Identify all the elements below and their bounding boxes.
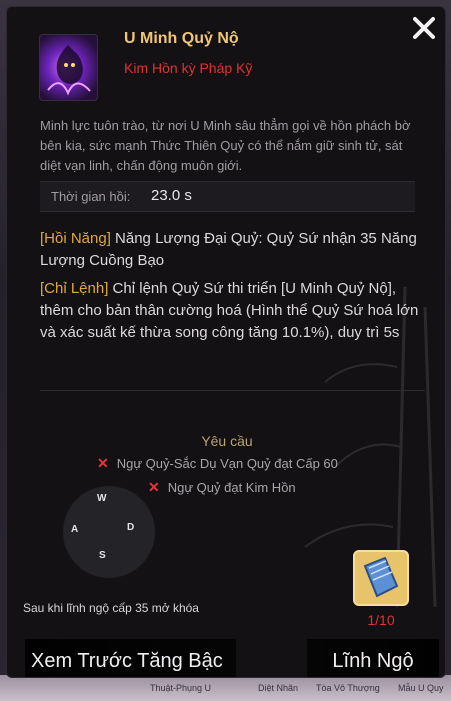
x-mark-icon: ✕ xyxy=(148,479,160,495)
background-label: Mẫu U Quy xyxy=(398,683,444,693)
requirement-item: ✕ Ngự Quỷ đạt Kim Hồn xyxy=(148,479,296,496)
key-w[interactable]: W xyxy=(97,493,106,504)
demon-icon xyxy=(47,45,91,96)
effect-recharge: [Hồi Năng] Năng Lượng Đại Quỷ: Quỷ Sứ nh… xyxy=(40,228,430,272)
item-count: 1/10 xyxy=(367,612,395,628)
close-icon[interactable] xyxy=(411,15,437,41)
divider xyxy=(40,390,425,391)
background-label: Diệt Nhãn xyxy=(258,683,299,693)
requirement-text: Ngự Quỷ đạt Kim Hồn xyxy=(167,480,296,495)
cooldown-label: Thời gian hồi: xyxy=(51,189,131,204)
wasd-overlay[interactable]: W A D S xyxy=(63,486,155,578)
skill-detail-panel: U Minh Quỷ Nộ Kim Hồn kỳ Pháp Kỹ Minh lự… xyxy=(6,6,446,678)
background-label: Thuật-Phụng U xyxy=(150,683,212,693)
preview-upgrade-button[interactable]: Xem Trước Tăng Bậc xyxy=(25,639,236,677)
requirement-item: ✕ Ngự Quỷ-Sắc Dụ Vạn Quỷ đạt Cấp 60 xyxy=(97,455,338,472)
key-s[interactable]: S xyxy=(99,550,106,561)
key-d[interactable]: D xyxy=(127,522,134,533)
effect-command: [Chỉ Lệnh] Chỉ lệnh Quỷ Sứ thi triển [U … xyxy=(40,278,430,344)
skill-description: Minh lực tuôn trào, từ nơi U Minh sâu th… xyxy=(40,118,411,173)
skill-book-item[interactable] xyxy=(353,550,409,606)
skill-type: Kim Hồn kỳ Pháp Kỹ xyxy=(124,60,253,76)
effect-tag: [Chỉ Lệnh] xyxy=(40,280,109,297)
skill-name: U Minh Quỷ Nộ xyxy=(124,30,239,47)
cooldown-row: Thời gian hồi: 23.0 s xyxy=(40,181,415,212)
effect-tag: [Hồi Năng] xyxy=(40,230,111,247)
skill-icon xyxy=(39,34,98,101)
cooldown-value: 23.0 s xyxy=(151,187,192,204)
key-a[interactable]: A xyxy=(71,524,78,535)
requirements-title: Yêu cầu xyxy=(201,433,253,449)
skill-book-icon xyxy=(363,556,399,598)
requirement-text: Ngự Quỷ-Sắc Dụ Vạn Quỷ đạt Cấp 60 xyxy=(116,456,338,471)
x-mark-icon: ✕ xyxy=(97,455,109,471)
learn-button[interactable]: Lĩnh Ngộ xyxy=(307,639,439,677)
background-skill-strip: Thuật-Phụng U Diệt Nhãn Tòa Vô Thượng Mẫ… xyxy=(0,675,451,701)
background-label: Tòa Vô Thượng xyxy=(316,683,380,693)
unlock-note: Sau khi lĩnh ngộ cấp 35 mở khóa xyxy=(23,601,199,615)
